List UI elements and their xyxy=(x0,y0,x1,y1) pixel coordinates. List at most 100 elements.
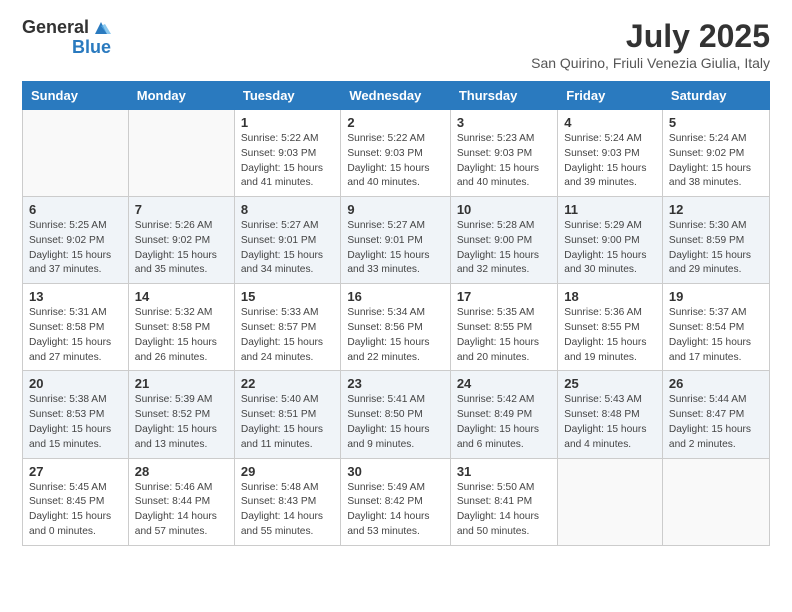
calendar-table: SundayMondayTuesdayWednesdayThursdayFrid… xyxy=(22,81,770,546)
calendar-cell: 22 Sunrise: 5:40 AMSunset: 8:51 PMDayligh… xyxy=(234,371,340,458)
day-number: 6 xyxy=(29,202,122,217)
day-number: 15 xyxy=(241,289,334,304)
day-number: 16 xyxy=(347,289,443,304)
calendar-cell: 25 Sunrise: 5:43 AMSunset: 8:48 PMDayligh… xyxy=(558,371,663,458)
calendar-cell: 23 Sunrise: 5:41 AMSunset: 8:50 PMDayligh… xyxy=(341,371,450,458)
day-number: 2 xyxy=(347,115,443,130)
day-number: 30 xyxy=(347,464,443,479)
day-info: Sunrise: 5:46 AMSunset: 8:44 PMDaylight:… xyxy=(135,481,228,540)
day-info: Sunrise: 5:39 AMSunset: 8:52 PMDaylight:… xyxy=(135,393,228,452)
logo-blue: Blue xyxy=(72,38,111,58)
day-number: 14 xyxy=(135,289,228,304)
day-number: 23 xyxy=(347,376,443,391)
day-info: Sunrise: 5:29 AMSunset: 9:00 PMDaylight:… xyxy=(564,219,656,278)
calendar-cell: 30 Sunrise: 5:49 AMSunset: 8:42 PMDayligh… xyxy=(341,458,450,545)
calendar-cell: 9Sunrise: 5:27 AMSunset: 9:01 PMDaylight… xyxy=(341,197,450,284)
calendar-cell xyxy=(558,458,663,545)
calendar-cell: 16 Sunrise: 5:34 AMSunset: 8:56 PMDayligh… xyxy=(341,284,450,371)
day-info: Sunrise: 5:30 AMSunset: 8:59 PMDaylight:… xyxy=(669,219,763,278)
weekday-header-thursday: Thursday xyxy=(450,82,557,110)
weekday-header-saturday: Saturday xyxy=(662,82,769,110)
day-info: Sunrise: 5:25 AMSunset: 9:02 PMDaylight:… xyxy=(29,219,122,278)
day-info: Sunrise: 5:48 AMSunset: 8:43 PMDaylight:… xyxy=(241,481,334,540)
calendar-cell: 18 Sunrise: 5:36 AMSunset: 8:55 PMDayligh… xyxy=(558,284,663,371)
day-number: 26 xyxy=(669,376,763,391)
day-info: Sunrise: 5:37 AMSunset: 8:54 PMDaylight:… xyxy=(669,306,763,365)
day-number: 5 xyxy=(669,115,763,130)
day-number: 12 xyxy=(669,202,763,217)
calendar-cell: 21 Sunrise: 5:39 AMSunset: 8:52 PMDayligh… xyxy=(128,371,234,458)
calendar-cell: 4Sunrise: 5:24 AMSunset: 9:03 PMDaylight… xyxy=(558,110,663,197)
calendar-cell: 11 Sunrise: 5:29 AMSunset: 9:00 PMDayligh… xyxy=(558,197,663,284)
calendar-cell: 2 Sunrise: 5:22 AMSunset: 9:03 PMDaylight… xyxy=(341,110,450,197)
day-number: 3 xyxy=(457,115,551,130)
calendar-cell xyxy=(662,458,769,545)
day-info: Sunrise: 5:40 AMSunset: 8:51 PMDaylight:… xyxy=(241,393,334,452)
day-info: Sunrise: 5:42 AMSunset: 8:49 PMDaylight:… xyxy=(457,393,551,452)
calendar-header-row: SundayMondayTuesdayWednesdayThursdayFrid… xyxy=(23,82,770,110)
day-info: Sunrise: 5:32 AMSunset: 8:58 PMDaylight:… xyxy=(135,306,228,365)
day-info: Sunrise: 5:35 AMSunset: 8:55 PMDaylight:… xyxy=(457,306,551,365)
day-number: 19 xyxy=(669,289,763,304)
day-info: Sunrise: 5:50 AMSunset: 8:41 PMDaylight:… xyxy=(457,481,551,540)
calendar-cell: 14 Sunrise: 5:32 AMSunset: 8:58 PMDayligh… xyxy=(128,284,234,371)
day-info: Sunrise: 5:34 AMSunset: 8:56 PMDaylight:… xyxy=(347,306,443,365)
day-info: Sunrise: 5:41 AMSunset: 8:50 PMDaylight:… xyxy=(347,393,443,452)
day-info: Sunrise: 5:24 AMSunset: 9:02 PMDaylight:… xyxy=(669,132,763,191)
calendar-cell: 29Sunrise: 5:48 AMSunset: 8:43 PMDayligh… xyxy=(234,458,340,545)
day-info: Sunrise: 5:38 AMSunset: 8:53 PMDaylight:… xyxy=(29,393,122,452)
day-info: Sunrise: 5:23 AMSunset: 9:03 PMDaylight:… xyxy=(457,132,551,191)
calendar-cell xyxy=(23,110,129,197)
day-number: 28 xyxy=(135,464,228,479)
day-info: Sunrise: 5:22 AMSunset: 9:03 PMDaylight:… xyxy=(347,132,443,191)
calendar-cell: 3 Sunrise: 5:23 AMSunset: 9:03 PMDaylight… xyxy=(450,110,557,197)
day-number: 7 xyxy=(135,202,228,217)
day-number: 18 xyxy=(564,289,656,304)
day-number: 22 xyxy=(241,376,334,391)
day-info: Sunrise: 5:27 AMSunset: 9:01 PMDaylight:… xyxy=(347,219,443,278)
day-number: 21 xyxy=(135,376,228,391)
day-info: Sunrise: 5:33 AMSunset: 8:57 PMDaylight:… xyxy=(241,306,334,365)
calendar-cell: 10 Sunrise: 5:28 AMSunset: 9:00 PMDayligh… xyxy=(450,197,557,284)
day-info: Sunrise: 5:26 AMSunset: 9:02 PMDaylight:… xyxy=(135,219,228,278)
day-info: Sunrise: 5:44 AMSunset: 8:47 PMDaylight:… xyxy=(669,393,763,452)
calendar-cell: 15 Sunrise: 5:33 AMSunset: 8:57 PMDayligh… xyxy=(234,284,340,371)
location-subtitle: San Quirino, Friuli Venezia Giulia, Ital… xyxy=(531,55,770,71)
calendar-week-row: 27Sunrise: 5:45 AMSunset: 8:45 PMDayligh… xyxy=(23,458,770,545)
day-number: 10 xyxy=(457,202,551,217)
calendar-week-row: 20Sunrise: 5:38 AMSunset: 8:53 PMDayligh… xyxy=(23,371,770,458)
calendar-cell: 6 Sunrise: 5:25 AMSunset: 9:02 PMDaylight… xyxy=(23,197,129,284)
day-number: 24 xyxy=(457,376,551,391)
day-info: Sunrise: 5:43 AMSunset: 8:48 PMDaylight:… xyxy=(564,393,656,452)
title-area: July 2025 San Quirino, Friuli Venezia Gi… xyxy=(531,18,770,71)
calendar-week-row: 13Sunrise: 5:31 AMSunset: 8:58 PMDayligh… xyxy=(23,284,770,371)
calendar-cell: 27Sunrise: 5:45 AMSunset: 8:45 PMDayligh… xyxy=(23,458,129,545)
day-info: Sunrise: 5:27 AMSunset: 9:01 PMDaylight:… xyxy=(241,219,334,278)
day-info: Sunrise: 5:28 AMSunset: 9:00 PMDaylight:… xyxy=(457,219,551,278)
day-number: 1 xyxy=(241,115,334,130)
calendar-week-row: 1 Sunrise: 5:22 AMSunset: 9:03 PMDaylight… xyxy=(23,110,770,197)
calendar-cell: 17Sunrise: 5:35 AMSunset: 8:55 PMDayligh… xyxy=(450,284,557,371)
calendar-cell: 7 Sunrise: 5:26 AMSunset: 9:02 PMDaylight… xyxy=(128,197,234,284)
calendar-cell: 31Sunrise: 5:50 AMSunset: 8:41 PMDayligh… xyxy=(450,458,557,545)
day-number: 4 xyxy=(564,115,656,130)
weekday-header-friday: Friday xyxy=(558,82,663,110)
calendar-cell: 28 Sunrise: 5:46 AMSunset: 8:44 PMDayligh… xyxy=(128,458,234,545)
day-number: 25 xyxy=(564,376,656,391)
logo: General Blue xyxy=(22,18,111,58)
day-info: Sunrise: 5:36 AMSunset: 8:55 PMDaylight:… xyxy=(564,306,656,365)
calendar-cell: 8 Sunrise: 5:27 AMSunset: 9:01 PMDaylight… xyxy=(234,197,340,284)
weekday-header-monday: Monday xyxy=(128,82,234,110)
page-header: General Blue July 2025 San Quirino, Friu… xyxy=(10,10,782,75)
weekday-header-sunday: Sunday xyxy=(23,82,129,110)
logo-general: General xyxy=(22,18,111,38)
calendar-cell: 19 Sunrise: 5:37 AMSunset: 8:54 PMDayligh… xyxy=(662,284,769,371)
calendar-week-row: 6 Sunrise: 5:25 AMSunset: 9:02 PMDaylight… xyxy=(23,197,770,284)
day-number: 13 xyxy=(29,289,122,304)
weekday-header-wednesday: Wednesday xyxy=(341,82,450,110)
day-number: 11 xyxy=(564,202,656,217)
calendar-cell: 20Sunrise: 5:38 AMSunset: 8:53 PMDayligh… xyxy=(23,371,129,458)
calendar-cell: 13Sunrise: 5:31 AMSunset: 8:58 PMDayligh… xyxy=(23,284,129,371)
day-number: 8 xyxy=(241,202,334,217)
day-info: Sunrise: 5:49 AMSunset: 8:42 PMDaylight:… xyxy=(347,481,443,540)
